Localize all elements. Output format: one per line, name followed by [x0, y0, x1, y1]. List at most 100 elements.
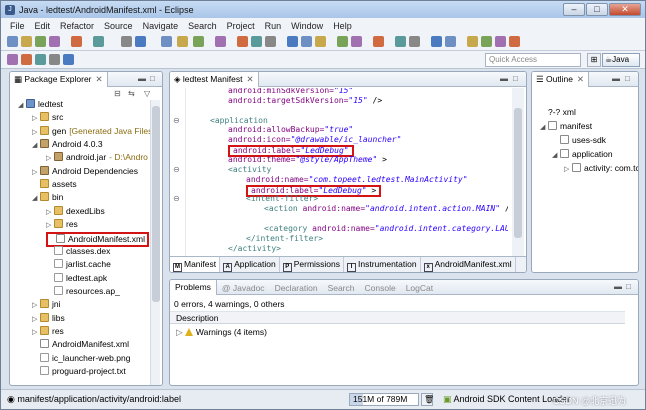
tree-item[interactable]: resources.ap_ — [46, 285, 120, 298]
tab-logcat[interactable]: LogCat — [401, 283, 438, 293]
toolbar-button-icon[interactable] — [161, 36, 172, 47]
tree-item[interactable]: classes.dex — [46, 245, 110, 258]
tree-item[interactable]: ▷ res — [46, 218, 78, 231]
toolbar-button-icon[interactable] — [35, 36, 46, 47]
close-icon[interactable]: ✕ — [96, 74, 103, 84]
menu-project[interactable]: Project — [222, 21, 260, 31]
tree-item[interactable]: ▷ src — [32, 111, 63, 124]
warnings-row[interactable]: ▷ Warnings (4 items) — [176, 327, 267, 338]
maximize-view-icon[interactable]: □ — [625, 74, 630, 83]
tab-declaration[interactable]: Declaration — [270, 283, 323, 293]
toolbar-button-icon[interactable] — [265, 36, 276, 47]
tree-item[interactable]: ▷ gen [Generated Java Files — [32, 125, 152, 138]
toolbar-button-icon[interactable] — [495, 36, 506, 47]
twisty-icon[interactable]: ◢ — [32, 192, 40, 205]
tree-item[interactable]: ic_launcher-web.png — [32, 352, 130, 365]
toolbar-button-icon[interactable] — [445, 36, 456, 47]
tab-javadoc[interactable]: @ Javadoc — [217, 283, 270, 293]
minimize-view-icon[interactable]: ▬ — [500, 74, 508, 83]
twisty-icon[interactable]: ▷ — [46, 206, 54, 219]
close-button[interactable]: ✕ — [609, 3, 641, 16]
tab-console[interactable]: Console — [360, 283, 401, 293]
toolbar-button-icon[interactable] — [49, 54, 60, 65]
twisty-icon[interactable]: ▷ — [32, 126, 40, 139]
scrollbar-thumb[interactable] — [514, 108, 522, 238]
menu-refactor[interactable]: Refactor — [55, 21, 99, 31]
toolbar-button-icon[interactable] — [35, 54, 46, 65]
tree-item[interactable]: ▷ jni — [32, 298, 61, 311]
twisty-icon[interactable]: ▷ — [32, 313, 40, 326]
toolbar-button-icon[interactable] — [49, 36, 60, 47]
twisty-icon[interactable]: ◢ — [552, 149, 560, 162]
tree-item[interactable]: ledtest.apk — [46, 272, 107, 285]
package-explorer-scrollbar[interactable] — [150, 100, 160, 385]
toolbar-button-icon[interactable] — [237, 36, 248, 47]
expand-twisty-icon[interactable]: ▷ — [176, 327, 185, 337]
toolbar-button-icon[interactable] — [21, 54, 32, 65]
tree-item[interactable]: ◢ bin — [32, 191, 63, 204]
tree-item[interactable]: ▷ android.jar - D:\Andro — [46, 151, 148, 164]
minimize-button[interactable]: – — [563, 3, 585, 16]
toolbar-button-icon[interactable] — [351, 36, 362, 47]
toolbar-button-icon[interactable] — [7, 54, 18, 65]
minimize-view-icon[interactable]: ▬ — [138, 74, 146, 83]
menu-source[interactable]: Source — [99, 21, 138, 31]
garbage-collect-button[interactable]: 🗑 — [421, 393, 434, 406]
editor-scrollbar[interactable] — [512, 88, 524, 256]
toolbar-button-icon[interactable] — [21, 36, 32, 47]
maximize-view-icon[interactable]: □ — [626, 282, 631, 291]
fold-toggle-icon[interactable]: ⊖ — [173, 165, 180, 174]
page-tab-instrumentation[interactable]: I Instrumentation — [344, 257, 421, 272]
editor-tab-ledtest-manifest[interactable]: ◈ ledtest Manifest ✕ — [170, 72, 259, 87]
outline-item[interactable]: ◢ application — [552, 148, 613, 161]
menu-window[interactable]: Window — [286, 21, 328, 31]
fold-toggle-icon[interactable]: ⊖ — [173, 194, 180, 203]
twisty-icon[interactable]: ▷ — [32, 299, 40, 312]
minimize-view-icon[interactable]: ▬ — [614, 282, 622, 291]
outline-tab[interactable]: ☰ Outline ✕ — [532, 72, 590, 87]
view-menu-icon[interactable]: ▽ — [144, 89, 150, 98]
outline-item[interactable]: ?-? xml — [540, 106, 576, 119]
page-tab-androidmanifestxml[interactable]: x AndroidManifest.xml — [421, 257, 516, 272]
twisty-icon[interactable]: ▷ — [46, 152, 54, 165]
toolbar-button-icon[interactable] — [481, 36, 492, 47]
open-perspective-button[interactable]: ⊞ — [587, 53, 601, 67]
page-tab-application[interactable]: A Application — [220, 257, 280, 272]
quick-access-input[interactable]: Quick Access — [485, 53, 581, 67]
maximize-view-icon[interactable]: □ — [513, 74, 518, 83]
tree-item[interactable]: ▷ res — [32, 325, 64, 338]
maximize-button[interactable]: □ — [586, 3, 608, 16]
tree-item[interactable]: AndroidManifest.xml — [32, 338, 129, 351]
tree-item[interactable]: jarlist.cache — [46, 258, 111, 271]
tab-problems[interactable]: Problems — [170, 280, 217, 295]
tree-item[interactable]: ◢ ledtest — [18, 98, 63, 111]
twisty-icon[interactable]: ◢ — [32, 139, 40, 152]
menu-help[interactable]: Help — [328, 21, 357, 31]
menu-file[interactable]: File — [5, 21, 30, 31]
twisty-icon[interactable]: ▷ — [564, 163, 572, 176]
toolbar-button-icon[interactable] — [177, 36, 188, 47]
page-tab-permissions[interactable]: P Permissions — [280, 257, 345, 272]
outline-item[interactable]: ▷ activity: com.tc — [564, 162, 638, 176]
menu-navigate[interactable]: Navigate — [138, 21, 184, 31]
twisty-icon[interactable]: ◢ — [540, 121, 548, 134]
package-explorer-tab[interactable]: ▦ Package Explorer ✕ — [10, 72, 108, 87]
twisty-icon[interactable]: ▷ — [46, 219, 54, 232]
toolbar-button-icon[interactable] — [409, 36, 420, 47]
outline-item[interactable]: uses-sdk — [552, 134, 606, 147]
tree-item[interactable]: ▷ Android Dependencies — [32, 165, 138, 178]
toolbar-button-icon[interactable] — [135, 36, 146, 47]
description-column-header[interactable]: Description — [170, 311, 625, 324]
close-icon[interactable]: ✕ — [246, 74, 253, 84]
toolbar-button-icon[interactable] — [287, 36, 298, 47]
menu-edit[interactable]: Edit — [30, 21, 56, 31]
tab-search[interactable]: Search — [323, 283, 360, 293]
toolbar-button-icon[interactable] — [373, 36, 384, 47]
toolbar-button-icon[interactable] — [395, 36, 406, 47]
toolbar-button-icon[interactable] — [7, 36, 18, 47]
xml-source-editor[interactable]: android:minSdkVersion="15" android:target… — [186, 88, 508, 256]
menu-search[interactable]: Search — [183, 21, 222, 31]
toolbar-button-icon[interactable] — [121, 36, 132, 47]
link-with-editor-icon[interactable]: ⇆ — [128, 89, 135, 98]
toolbar-button-icon[interactable] — [431, 36, 442, 47]
